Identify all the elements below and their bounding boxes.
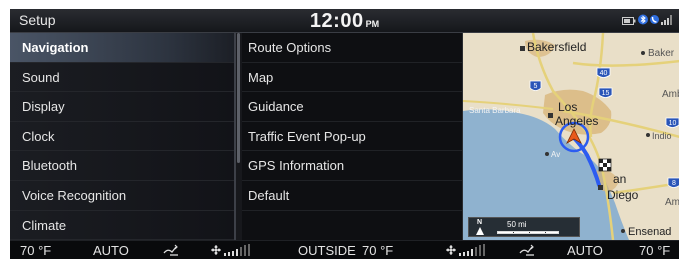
menu-item-navigation[interactable]: Navigation — [10, 33, 234, 63]
shield-i10-label: 10 — [669, 120, 677, 127]
menu-item-display[interactable]: Display — [10, 92, 234, 122]
navigation-submenu: Route Options Map Guidance Traffic Event… — [242, 33, 462, 240]
climate-bar: 70 °F AUTO OUTSIDE 70 °F AUTO 70 °F — [10, 240, 679, 259]
city-dot-indio — [646, 133, 650, 137]
outside-label: OUTSIDE — [298, 243, 356, 258]
menu-item-voice-recognition[interactable]: Voice Recognition — [10, 181, 234, 211]
seat-airflow-icon-right — [518, 244, 538, 259]
settings-menu: Navigation Sound Display Clock Bluetooth… — [10, 33, 234, 241]
map-label-san: an — [613, 172, 626, 186]
driver-temp[interactable]: 70 °F — [20, 243, 51, 258]
clock-ampm: PM — [365, 19, 380, 29]
north-indicator: N — [477, 219, 483, 226]
shield-i15-label: 15 — [602, 90, 610, 97]
map-view[interactable]: 5 40 15 10 8 Bakersfield Baker Santa Bar… — [462, 33, 679, 240]
map-label-avalon: Av — [551, 150, 560, 159]
map-label-bakersfield: Bakersfield — [527, 40, 586, 54]
clock-time: 12:00 — [309, 10, 364, 32]
shield-i15: 15 — [598, 87, 613, 98]
submenu-item-guidance[interactable]: Guidance — [242, 92, 462, 122]
city-dot-ensenada — [621, 229, 625, 233]
clock: 12:00 PM — [10, 9, 679, 33]
seat-airflow-icon — [162, 244, 182, 259]
destination-flag-icon — [598, 158, 612, 172]
shield-i10: 10 — [665, 117, 679, 128]
fan-icon — [210, 244, 222, 259]
passenger-mode[interactable]: AUTO — [567, 243, 603, 258]
submenu-item-route-options[interactable]: Route Options — [242, 33, 462, 63]
map-label-diego: Diego — [607, 188, 639, 202]
shield-i5: 5 — [529, 80, 542, 91]
city-dot-avalon — [545, 152, 549, 156]
driver-mode[interactable]: AUTO — [93, 243, 129, 258]
passenger-temp[interactable]: 70 °F — [639, 243, 670, 258]
city-dot-baker — [641, 51, 645, 55]
submenu-item-default[interactable]: Default — [242, 181, 462, 211]
status-bar: Setup 12:00 PM — [10, 9, 679, 33]
menu-item-climate[interactable]: Climate — [10, 211, 234, 241]
map-label-ensenada: Ensenad — [628, 226, 671, 238]
fan-icon-right — [445, 244, 457, 259]
city-dot-san-diego — [598, 185, 603, 190]
battery-icon — [622, 12, 636, 30]
map-label-indio: Indio — [652, 131, 672, 141]
shield-i40: 40 — [596, 67, 611, 78]
map-label-santa-barbara: Santa Barbara — [469, 106, 521, 115]
menu-item-bluetooth[interactable]: Bluetooth — [10, 151, 234, 181]
outside-temp: 70 °F — [362, 243, 394, 258]
signal-icon — [661, 12, 673, 30]
scrollbar-thumb[interactable] — [237, 33, 240, 163]
map-label-amb2: Amb — [665, 197, 679, 208]
shield-i5-label: 5 — [534, 83, 538, 90]
phone-icon — [650, 12, 659, 30]
menu-item-clock[interactable]: Clock — [10, 122, 234, 152]
fan-level-bars-right — [459, 244, 489, 259]
scale-bar — [497, 231, 559, 234]
shield-i8: 8 — [667, 177, 679, 188]
submenu-item-map[interactable]: Map — [242, 63, 462, 93]
submenu-item-traffic-event-popup[interactable]: Traffic Event Pop-up — [242, 122, 462, 152]
fan-level-bars-left — [224, 244, 254, 259]
map-label-amb: Amb — [662, 89, 679, 100]
shield-i40-label: 40 — [600, 70, 608, 77]
map-scale: N 50 mi — [468, 217, 580, 237]
status-icons — [622, 12, 673, 30]
city-dot-bakersfield — [520, 46, 525, 51]
north-arrow-icon — [476, 227, 484, 235]
map-label-baker: Baker — [648, 48, 675, 59]
city-dot-los-angeles — [548, 113, 553, 118]
menu-item-sound[interactable]: Sound — [10, 63, 234, 93]
scale-distance: 50 mi — [507, 220, 527, 229]
shield-i8-label: 8 — [672, 180, 676, 187]
submenu-item-gps-information[interactable]: GPS Information — [242, 151, 462, 181]
map-label-los: Los — [558, 100, 577, 114]
bluetooth-icon — [638, 12, 648, 30]
map-label-angeles: Angeles — [555, 114, 598, 128]
infotainment-screen: Setup 12:00 PM Navigation Sound Display C… — [10, 9, 679, 259]
